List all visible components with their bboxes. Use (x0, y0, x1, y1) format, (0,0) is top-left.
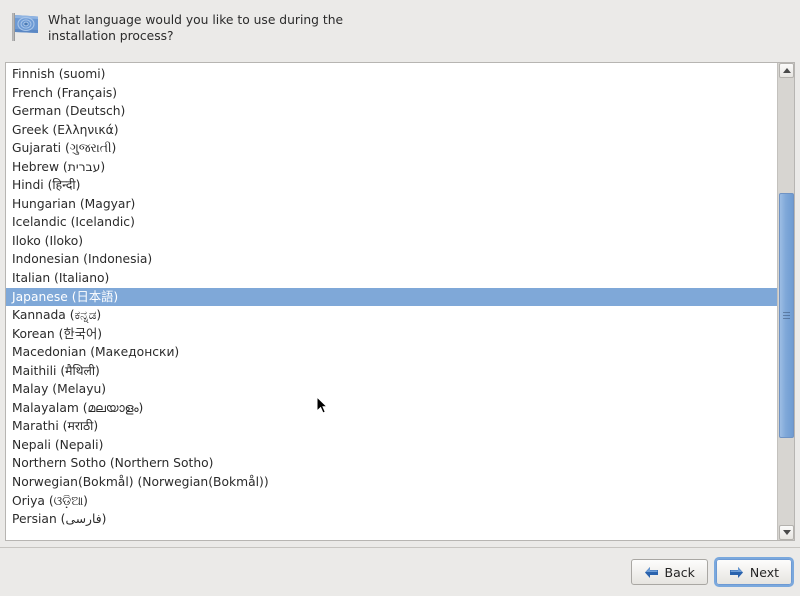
list-scrollbar[interactable] (777, 63, 794, 540)
arrow-right-icon (729, 566, 743, 578)
language-list-item[interactable]: Icelandic (Icelandic) (6, 213, 777, 232)
navigation-buttons: Back Next (630, 559, 792, 585)
language-list-item[interactable]: Marathi (मराठी) (6, 417, 777, 436)
language-list-item[interactable]: French (Français) (6, 84, 777, 103)
next-button[interactable]: Next (715, 559, 792, 585)
prompt-line-1: What language would you like to use duri… (48, 13, 344, 27)
language-list-item[interactable]: Persian (فارسی) (6, 510, 777, 529)
language-list-item[interactable]: Malay (Melayu) (6, 380, 777, 399)
language-list-item[interactable]: Gujarati (ગુજરાતી) (6, 139, 777, 158)
footer-bar: Back Next (0, 547, 800, 596)
language-list-item[interactable]: Hungarian (Magyar) (6, 195, 777, 214)
language-list-item[interactable]: Korean (한국어) (6, 325, 777, 344)
language-list-item[interactable]: Japanese (日本語) (6, 287, 777, 307)
language-list-item[interactable]: Macedonian (Македонски) (6, 343, 777, 362)
flag-icon (12, 13, 38, 41)
prompt-text: What language would you like to use duri… (48, 12, 343, 44)
language-list-item[interactable]: Norwegian(Bokmål) (Norwegian(Bokmål)) (6, 473, 777, 492)
language-list-item[interactable]: Northern Sotho (Northern Sotho) (6, 454, 777, 473)
scrollbar-thumb[interactable] (779, 193, 794, 438)
language-list-frame: Finnish (suomi) French (Français) German (… (5, 62, 795, 541)
scroll-up-arrow-glyph (782, 68, 791, 73)
language-list-item[interactable]: Hindi (हिन्दी) (6, 176, 777, 195)
language-list-item[interactable]: Maithili (मैथिली) (6, 362, 777, 381)
scroll-up-icon[interactable] (779, 63, 794, 78)
scroll-down-icon[interactable] (779, 525, 794, 540)
language-list-item[interactable]: Italian (Italiano) (6, 269, 777, 288)
scroll-down-arrow-glyph (782, 530, 791, 535)
language-list-item[interactable]: Nepali (Nepali) (6, 436, 777, 455)
language-list-item[interactable]: German (Deutsch) (6, 102, 777, 121)
back-button-label: Back (664, 564, 695, 580)
language-list-item[interactable]: Iloko (Iloko) (6, 232, 777, 251)
prompt-line-2: installation process? (48, 29, 174, 43)
arrow-left-icon (644, 566, 658, 578)
next-button-label: Next (749, 564, 779, 580)
language-list-item[interactable]: Greek (Ελληνικά) (6, 121, 777, 140)
language-list[interactable]: Finnish (suomi) French (Français) German (… (6, 63, 777, 540)
prompt-header: What language would you like to use duri… (0, 0, 800, 46)
scrollbar-grip-icon (783, 310, 790, 321)
language-list-item[interactable]: Oriya (ଓଡ଼ିଆ) (6, 492, 777, 511)
language-list-item[interactable]: Indonesian (Indonesia) (6, 250, 777, 269)
language-list-item[interactable]: Hebrew (עברית) (6, 158, 777, 177)
language-list-item[interactable]: Kannada (ಕನ್ನಡ) (6, 306, 777, 325)
language-list-item[interactable]: Finnish (suomi) (6, 65, 777, 84)
language-list-item[interactable]: Malayalam (മലയാളം) (6, 399, 777, 418)
back-button[interactable]: Back (630, 559, 708, 585)
